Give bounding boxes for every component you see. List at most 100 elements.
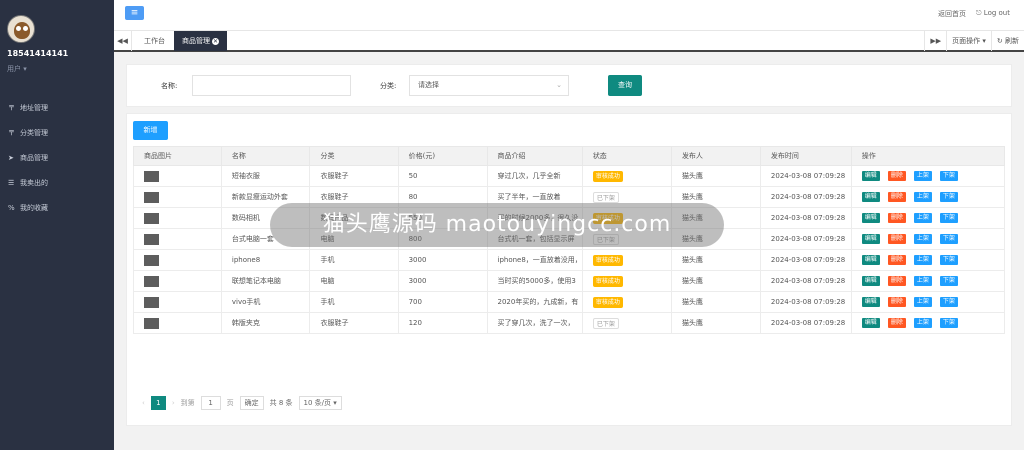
list-on-button[interactable]: 上架 [913, 255, 932, 265]
page-1-button[interactable]: 1 [150, 396, 166, 410]
goods-category: 手机 [309, 291, 399, 313]
goods-price: 3000 [397, 249, 488, 271]
delete-button[interactable]: 删除 [887, 276, 906, 286]
list-on-button[interactable]: 上架 [913, 213, 932, 223]
list-on-button[interactable]: 上架 [913, 171, 932, 181]
goods-publisher: 猫头鹰 [670, 270, 761, 292]
list-off-button[interactable]: 下架 [939, 171, 958, 181]
goods-time: 2024-03-08 07:09:28 [759, 207, 852, 229]
home-link[interactable]: 返回首页 [938, 9, 966, 19]
row-actions: 编辑 删除 上架 下架 [850, 207, 1006, 229]
edit-button[interactable]: 编辑 [861, 192, 880, 202]
goods-category: 衣服鞋子 [309, 312, 399, 334]
prev-page-icon[interactable]: ‹ [142, 399, 145, 407]
list-off-button[interactable]: 下架 [939, 276, 958, 286]
col-header: 操作 [850, 146, 1006, 166]
list-off-button[interactable]: 下架 [939, 192, 958, 202]
edit-button[interactable]: 编辑 [861, 171, 880, 181]
row-actions: 编辑 删除 上架 下架 [850, 312, 1006, 334]
sidebar-item-goods[interactable]: ➤ 商品管理 [0, 145, 114, 170]
list-on-button[interactable]: 上架 [913, 276, 932, 286]
row-actions: 编辑 删除 上架 下架 [850, 228, 1006, 250]
sidebar: 18541414141 用户 ▾ 〒地址管理 〒分类管理 ➤ 商品管理 ☰ 我卖出的… [0, 0, 114, 450]
name-search-input[interactable] [192, 75, 351, 96]
delete-button[interactable]: 删除 [887, 255, 906, 265]
crosshair-icon: 〒 [8, 128, 15, 137]
add-button[interactable]: 新增 [133, 121, 168, 140]
goods-image-cell [133, 270, 222, 292]
user-role-dropdown[interactable]: 用户 ▾ [7, 64, 27, 74]
status-cell: 审核成功 [581, 291, 672, 313]
delete-button[interactable]: 删除 [887, 234, 906, 244]
tab-tools: ▶▶ 页面操作 ▾ ↻ 刷新 [924, 31, 1024, 51]
delete-button[interactable]: 删除 [887, 297, 906, 307]
col-header: 状态 [581, 146, 672, 166]
page-ops-dropdown[interactable]: 页面操作 ▾ [946, 31, 991, 51]
goods-intro: 2020年买的，九成新，有 [486, 291, 583, 313]
goods-price: 50 [397, 165, 488, 187]
goods-price: 700 [397, 291, 488, 313]
goods-category: 电脑 [309, 270, 399, 292]
status-badge: 审核成功 [592, 275, 623, 287]
list-off-button[interactable]: 下架 [939, 297, 958, 307]
row-actions: 编辑 删除 上架 下架 [850, 249, 1006, 271]
goods-image-cell [133, 228, 222, 250]
list-off-button[interactable]: 下架 [939, 234, 958, 244]
sidebar-item-favorites[interactable]: % 我的收藏 [0, 195, 114, 220]
category-select[interactable]: 请选择 ⌄ [409, 75, 569, 96]
tab-next-icon[interactable]: ▶▶ [924, 31, 946, 51]
page-jump-input[interactable]: 1 [200, 396, 221, 410]
status-badge: 审核成功 [592, 254, 623, 266]
delete-button[interactable]: 删除 [887, 213, 906, 223]
sidebar-item-sold[interactable]: ☰ 我卖出的 [0, 170, 114, 195]
list-on-button[interactable]: 上架 [913, 297, 932, 307]
menu-toggle-icon[interactable]: ≡ [125, 6, 144, 20]
edit-button[interactable]: 编辑 [861, 213, 880, 223]
list-on-button[interactable]: 上架 [913, 318, 932, 328]
edit-button[interactable]: 编辑 [861, 255, 880, 265]
list-off-button[interactable]: 下架 [939, 255, 958, 265]
edit-button[interactable]: 编辑 [861, 318, 880, 328]
tab-goods[interactable]: 商品管理 ✕ [174, 31, 227, 51]
page-confirm-button[interactable]: 确定 [239, 396, 264, 410]
goods-image-cell [133, 186, 222, 208]
goods-publisher: 猫头鹰 [670, 291, 761, 313]
sidebar-item-address[interactable]: 〒地址管理 [0, 95, 114, 120]
goods-thumbnail [144, 254, 159, 266]
paper-plane-icon: ➤ [8, 153, 14, 162]
list-off-button[interactable]: 下架 [939, 213, 958, 223]
tab-dashboard[interactable]: 工作台 [136, 31, 173, 51]
close-icon[interactable]: ✕ [212, 38, 219, 45]
query-button[interactable]: 查询 [608, 75, 642, 96]
delete-button[interactable]: 删除 [887, 318, 906, 328]
list-on-button[interactable]: 上架 [913, 234, 932, 244]
list-off-button[interactable]: 下架 [939, 318, 958, 328]
link-icon: % [8, 203, 15, 212]
sidebar-item-category[interactable]: 〒分类管理 [0, 120, 114, 145]
next-page-icon[interactable]: › [172, 399, 175, 407]
table-row: 短袖衣服 衣服鞋子 50 穿过几次，几乎全新 审核成功 猫头鹰 2024-03-08 07:… [133, 165, 1006, 187]
tab-prev-icon[interactable]: ◀◀ [114, 31, 132, 51]
delete-button[interactable]: 删除 [887, 171, 906, 181]
goods-thumbnail [144, 317, 159, 329]
goods-time: 2024-03-08 07:09:28 [759, 186, 852, 208]
table-header-row: 商品图片 名称 分类 价格(元) 商品介绍 状态 发布人 发布时间 操作 [133, 146, 1006, 166]
status-cell: 审核成功 [581, 165, 672, 187]
list-on-button[interactable]: 上架 [913, 192, 932, 202]
chevron-down-icon: ⌄ [556, 81, 562, 89]
goods-time: 2024-03-08 07:09:28 [759, 249, 852, 271]
edit-button[interactable]: 编辑 [861, 276, 880, 286]
refresh-button[interactable]: ↻ 刷新 [990, 31, 1024, 51]
tab-label: 商品管理 [182, 37, 210, 45]
edit-button[interactable]: 编辑 [861, 234, 880, 244]
delete-button[interactable]: 删除 [887, 192, 906, 202]
status-badge: 审核成功 [592, 170, 623, 182]
goods-publisher: 猫头鹰 [670, 312, 761, 334]
page-size-select[interactable]: 10 条/页 ▾ [298, 396, 342, 410]
goods-name: vivo手机 [220, 291, 311, 313]
goto-label: 到第 [180, 399, 195, 407]
logout-link[interactable]: ⎋ Log out [976, 9, 1010, 19]
edit-button[interactable]: 编辑 [861, 297, 880, 307]
top-links: 返回首页 ⎋ Log out [938, 9, 1010, 19]
avatar[interactable] [7, 15, 35, 43]
